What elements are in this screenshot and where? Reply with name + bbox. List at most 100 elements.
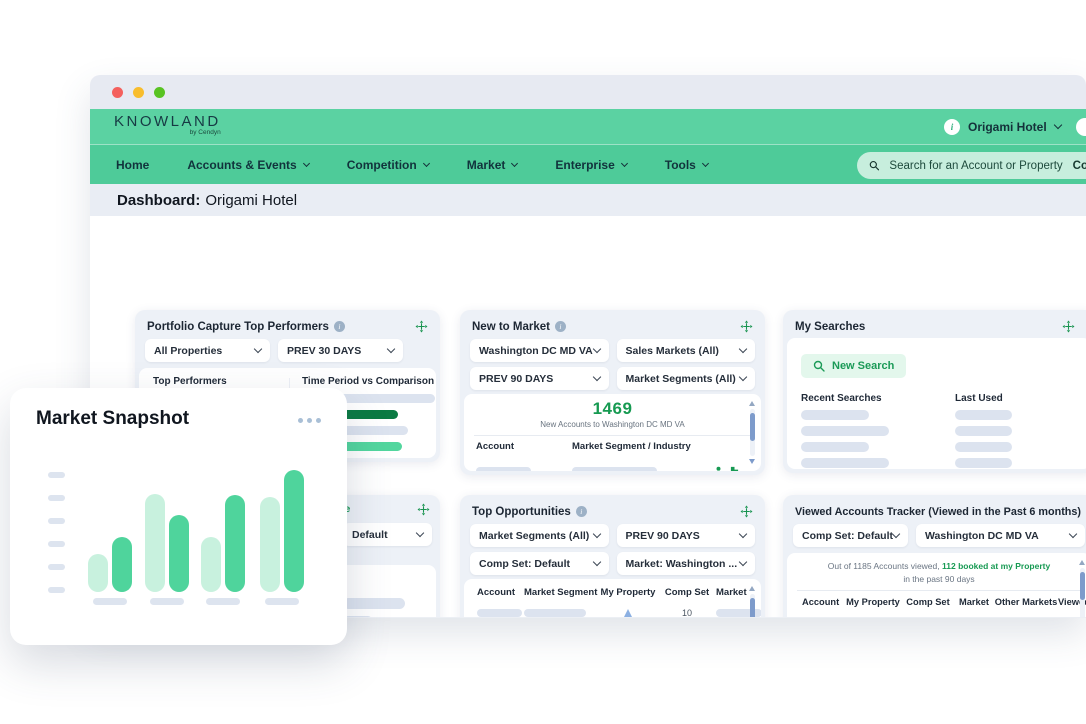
axis-tick-skeleton bbox=[48, 518, 65, 524]
chart-bar-current bbox=[169, 515, 189, 592]
column-heading: Last Used bbox=[955, 393, 1003, 404]
metric-value: 1469 bbox=[464, 399, 761, 419]
category-label-skeleton bbox=[150, 598, 184, 605]
panel-title: Top Opportunities bbox=[472, 506, 571, 518]
panel-title: My Searches bbox=[795, 321, 865, 333]
axis-tick-skeleton bbox=[48, 541, 65, 547]
info-icon[interactable]: i bbox=[576, 506, 587, 517]
chevron-down-icon bbox=[303, 159, 310, 166]
person-icon[interactable] bbox=[714, 462, 723, 471]
close-button[interactable] bbox=[112, 87, 123, 98]
maximize-button[interactable] bbox=[154, 87, 165, 98]
scroll-up-icon[interactable] bbox=[749, 586, 755, 591]
column-heading: Time Period vs Comparison bbox=[302, 376, 435, 387]
dropdown-washington-dc-md-va[interactable]: Washington DC MD VA bbox=[470, 339, 609, 362]
skeleton-date bbox=[955, 458, 1012, 468]
search-input[interactable]: Search for an Account or Property Con bbox=[857, 152, 1086, 179]
knowland-logo[interactable]: KNOWLAND by Cendyn bbox=[114, 113, 221, 136]
property-selector[interactable]: i Origami Hotel bbox=[944, 109, 1061, 144]
comp-set-value: 10 bbox=[658, 608, 716, 618]
panel-new-to-market: New to Market i Washington DC MD VASales… bbox=[460, 310, 765, 475]
my-property-cell bbox=[598, 609, 658, 617]
search-placeholder: Search for an Account or Property bbox=[889, 160, 1062, 172]
minimize-button[interactable] bbox=[133, 87, 144, 98]
dropdown-comp-set-default[interactable]: Comp Set: Default bbox=[470, 552, 609, 575]
dropdown-prev-90-days[interactable]: PREV 90 DAYS bbox=[617, 524, 756, 547]
chevron-down-icon bbox=[739, 373, 747, 381]
chevron-down-icon bbox=[511, 159, 518, 166]
table-row: 10 bbox=[464, 608, 761, 618]
panel-title: Portfolio Capture Top Performers bbox=[147, 321, 329, 333]
dropdown-sales-markets-all[interactable]: Sales Markets (All) bbox=[617, 339, 756, 362]
drag-move-icon[interactable] bbox=[740, 320, 753, 333]
dropdown-default[interactable]: Default bbox=[343, 523, 432, 546]
drag-move-icon[interactable] bbox=[417, 503, 430, 516]
warning-triangle-icon bbox=[624, 609, 632, 617]
scroll-up-icon[interactable] bbox=[1079, 560, 1085, 565]
column-header-comp-set: Comp Set bbox=[658, 587, 716, 598]
menu-dots-icon[interactable] bbox=[298, 418, 321, 423]
dropdown-washington-dc-md-va[interactable]: Washington DC MD VA bbox=[916, 524, 1085, 547]
scroll-thumb[interactable] bbox=[750, 413, 755, 441]
drag-move-icon[interactable] bbox=[1062, 320, 1075, 333]
scroll-up-icon[interactable] bbox=[749, 401, 755, 406]
panel-my-searches: My Searches New Search Recent Searches L… bbox=[783, 310, 1086, 473]
nav-item-market[interactable]: Market bbox=[467, 158, 518, 172]
scrollbar[interactable] bbox=[1078, 560, 1086, 618]
nav-item-accounts-events[interactable]: Accounts & Events bbox=[187, 158, 308, 172]
skeleton-date bbox=[955, 442, 1012, 452]
chart-bar-current bbox=[225, 495, 245, 592]
table-row bbox=[464, 462, 761, 471]
column-header-comp-set: Comp Set bbox=[902, 597, 954, 607]
nav-item-home[interactable]: Home bbox=[116, 158, 149, 172]
info-icon[interactable]: i bbox=[334, 321, 345, 332]
dropdown-prev-90-days[interactable]: PREV 90 DAYS bbox=[470, 367, 609, 390]
scrollbar[interactable] bbox=[748, 586, 757, 618]
panel-top-opportunities: Top Opportunities i Market Segments (All… bbox=[460, 495, 765, 618]
eye-icon[interactable] bbox=[1069, 617, 1081, 618]
dropdown-market-segments-all[interactable]: Market Segments (All) bbox=[617, 367, 756, 390]
scroll-thumb[interactable] bbox=[1080, 572, 1085, 600]
column-header-account: Account bbox=[476, 441, 572, 452]
chevron-down-icon bbox=[416, 529, 424, 537]
axis-tick-skeleton bbox=[48, 564, 65, 570]
drag-move-icon[interactable] bbox=[740, 505, 753, 518]
chart-bar-current bbox=[112, 537, 132, 592]
dropdown-prev-30-days[interactable]: PREV 30 DAYS bbox=[278, 339, 403, 362]
panel-title: Viewed Accounts Tracker (Viewed in the P… bbox=[795, 506, 1081, 518]
chart-bar-current bbox=[284, 470, 304, 592]
chevron-down-icon bbox=[387, 345, 395, 353]
search-scope-label[interactable]: Con bbox=[1073, 160, 1086, 172]
brand-byline: by Cendyn bbox=[114, 129, 221, 136]
nav-item-tools[interactable]: Tools bbox=[665, 158, 708, 172]
scrollbar[interactable] bbox=[748, 401, 757, 464]
column-header-account: Account bbox=[477, 587, 524, 598]
nav-item-competition[interactable]: Competition bbox=[347, 158, 429, 172]
dropdown-market-segments-all[interactable]: Market Segments (All) bbox=[470, 524, 609, 547]
building-icon[interactable] bbox=[730, 462, 739, 471]
info-icon[interactable]: i bbox=[944, 119, 960, 135]
viewed-by-cell bbox=[1058, 617, 1086, 618]
panel-viewed-accounts-tracker: Viewed Accounts Tracker (Viewed in the P… bbox=[783, 495, 1086, 618]
chevron-down-icon bbox=[1053, 121, 1061, 129]
dropdown-comp-set-default[interactable]: Comp Set: Default bbox=[793, 524, 908, 547]
scroll-thumb[interactable] bbox=[750, 598, 755, 618]
skeleton-cell bbox=[524, 609, 586, 617]
column-header-account: Account bbox=[802, 597, 844, 607]
dropdown-all-properties[interactable]: All Properties bbox=[145, 339, 270, 362]
skeleton-date bbox=[955, 410, 1012, 420]
info-icon[interactable]: i bbox=[555, 321, 566, 332]
user-avatar[interactable] bbox=[1076, 118, 1086, 136]
dropdown-market-washington[interactable]: Market: Washington ... bbox=[617, 552, 756, 575]
scroll-down-icon[interactable] bbox=[749, 459, 755, 464]
column-header-market-segment: Market Segment bbox=[524, 587, 598, 598]
skeleton-cell bbox=[477, 609, 522, 617]
divider bbox=[474, 435, 751, 436]
new-search-button[interactable]: New Search bbox=[801, 354, 906, 378]
chevron-down-icon bbox=[254, 345, 262, 353]
drag-move-icon[interactable] bbox=[415, 320, 428, 333]
divider bbox=[797, 590, 1081, 591]
skeleton-cell bbox=[572, 467, 657, 471]
nav-item-enterprise[interactable]: Enterprise bbox=[555, 158, 626, 172]
panel-partially-hidden: te Default bbox=[335, 495, 440, 618]
